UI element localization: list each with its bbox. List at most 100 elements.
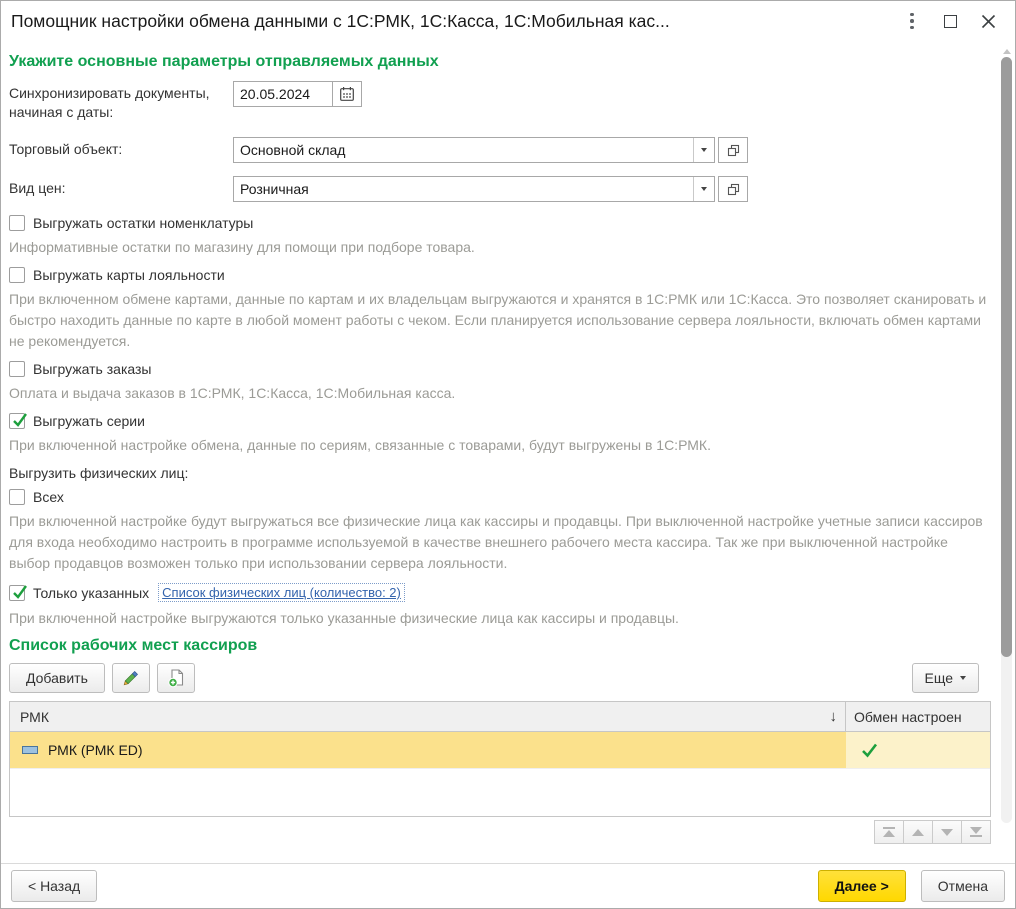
column-label: Обмен настроен (854, 708, 962, 725)
calendar-icon (340, 87, 354, 101)
checkbox-label: Выгружать заказы (33, 361, 152, 377)
column-header-exchange[interactable]: Обмен настроен (846, 702, 990, 731)
checkbox-label: Выгружать остатки номенклатуры (33, 215, 254, 231)
triangle-down-icon (970, 827, 982, 834)
table-nav-buttons (9, 820, 991, 844)
edit-button[interactable] (111, 663, 150, 693)
move-to-bottom-button[interactable] (961, 820, 991, 844)
rmk-name: РМК (РМК ED) (48, 742, 143, 758)
checkbox-label: Выгружать карты лояльности (33, 267, 225, 283)
checkbox-row-export-loyalty-cards: Выгружать карты лояльности (9, 267, 991, 283)
next-button[interactable]: Далее > (817, 870, 906, 902)
open-picker-icon (727, 183, 739, 195)
checkbox-row-export-stock: Выгружать остатки номенклатуры (9, 215, 991, 231)
table-empty-area (10, 768, 990, 816)
price-kind-open-button[interactable] (718, 176, 748, 202)
workplaces-heading: Список рабочих мест кассиров (9, 637, 258, 654)
trade-object-dropdown-button[interactable] (693, 138, 714, 162)
checkmark-icon (862, 743, 878, 757)
price-kind-label: Вид цен: (9, 180, 66, 196)
price-kind-dropdown-button[interactable] (693, 177, 714, 201)
checkmark-icon (13, 584, 27, 599)
move-up-icon (912, 828, 924, 836)
option-description: При включенной настройке будут выгружать… (9, 513, 983, 571)
sync-date-label: Синхронизировать документы, начиная с да… (9, 85, 210, 120)
move-to-bottom-icon (970, 835, 982, 837)
option-description: При включенном обмене картами, данные по… (9, 291, 987, 349)
more-button[interactable]: Еще (911, 663, 979, 693)
sync-date-field (233, 81, 362, 107)
column-header-rmk[interactable]: РМК ↓ (10, 702, 846, 731)
workstation-icon (22, 746, 38, 754)
scroll-up-icon[interactable] (1002, 49, 1011, 54)
option-description: Информативные остатки по магазину для по… (9, 239, 475, 255)
checkbox-label: Всех (33, 489, 64, 505)
trade-object-open-button[interactable] (718, 137, 748, 163)
export-orders-checkbox[interactable] (9, 361, 25, 377)
cancel-button[interactable]: Отмена (920, 870, 1005, 902)
persons-section-label: Выгрузить физических лиц: (9, 465, 189, 481)
vertical-scrollbar[interactable] (1000, 45, 1013, 863)
persons-selected-checkbox[interactable] (9, 584, 27, 601)
workplaces-table: РМК ↓ Обмен настроен РМК (РМК ED) (9, 701, 991, 817)
exchange-configured-cell (846, 732, 990, 768)
chevron-down-icon (960, 676, 966, 680)
checkbox-label: Только указанных (33, 584, 150, 601)
window-controls (893, 6, 1007, 36)
title-bar: Помощник настройки обмена данными с 1С:Р… (1, 1, 1015, 41)
export-loyalty-cards-checkbox[interactable] (9, 267, 25, 283)
close-icon (981, 14, 995, 28)
rmk-name-cell: РМК (РМК ED) (10, 732, 846, 768)
export-stock-checkbox[interactable] (9, 215, 25, 231)
calendar-button[interactable] (332, 81, 362, 107)
checkbox-label: Выгружать серии (33, 413, 145, 429)
more-button-label: Еще (924, 670, 954, 686)
workplaces-toolbar: Добавить Еще (9, 663, 991, 693)
window-title: Помощник настройки обмена данными с 1С:Р… (11, 10, 670, 31)
chevron-down-icon (701, 187, 707, 191)
wizard-content: Укажите основные параметры отправляемых … (1, 41, 1015, 844)
copy-add-button[interactable] (156, 663, 195, 693)
maximize-icon (943, 14, 957, 28)
maximize-button[interactable] (931, 6, 969, 36)
option-description: Оплата и выдача заказов в 1С:РМК, 1С:Кас… (9, 385, 456, 401)
triangle-up-icon (883, 830, 895, 837)
checkmark-icon (13, 413, 27, 427)
pencil-icon (123, 670, 138, 686)
add-button[interactable]: Добавить (9, 663, 105, 693)
trade-object-label: Торговый объект: (9, 141, 123, 157)
move-down-button[interactable] (932, 820, 962, 844)
sort-descending-icon: ↓ (829, 708, 838, 725)
trade-object-input[interactable] (233, 137, 715, 163)
sync-date-input[interactable] (233, 81, 333, 107)
wizard-window: Помощник настройки обмена данными с 1С:Р… (0, 0, 1016, 909)
back-button[interactable]: < Назад (11, 870, 98, 902)
move-to-top-icon (883, 827, 895, 829)
table-header: РМК ↓ Обмен настроен (10, 702, 990, 732)
option-description: При включенной настройке обмена, данные … (9, 437, 711, 453)
checkbox-row-export-series: Выгружать серии (9, 413, 991, 429)
vertical-dots-icon (910, 12, 914, 30)
move-down-icon (941, 828, 953, 836)
checkbox-row-export-orders: Выгружать заказы (9, 361, 991, 377)
window-menu-button[interactable] (893, 6, 931, 36)
document-add-icon (168, 669, 183, 688)
scrollbar-thumb[interactable] (1001, 57, 1012, 657)
trade-object-row: Торговый объект: (9, 137, 991, 163)
chevron-down-icon (701, 148, 707, 152)
wizard-footer: < Назад Далее > Отмена (1, 863, 1015, 908)
column-label: РМК (20, 708, 49, 725)
close-button[interactable] (969, 6, 1007, 36)
export-series-checkbox[interactable] (9, 413, 27, 429)
persons-list-link[interactable]: Список физических лиц (количество: 2) (158, 583, 405, 602)
trade-object-combo (233, 137, 748, 163)
price-kind-input[interactable] (233, 176, 715, 202)
price-kind-combo (233, 176, 748, 202)
persons-all-checkbox[interactable] (9, 489, 25, 505)
table-row[interactable]: РМК (РМК ED) (10, 732, 990, 768)
move-up-button[interactable] (903, 820, 933, 844)
params-heading: Укажите основные параметры отправляемых … (9, 53, 439, 70)
move-to-top-button[interactable] (874, 820, 904, 844)
checkbox-row-persons-selected: Только указанных Список физических лиц (… (9, 583, 991, 602)
price-kind-row: Вид цен: (9, 176, 991, 202)
